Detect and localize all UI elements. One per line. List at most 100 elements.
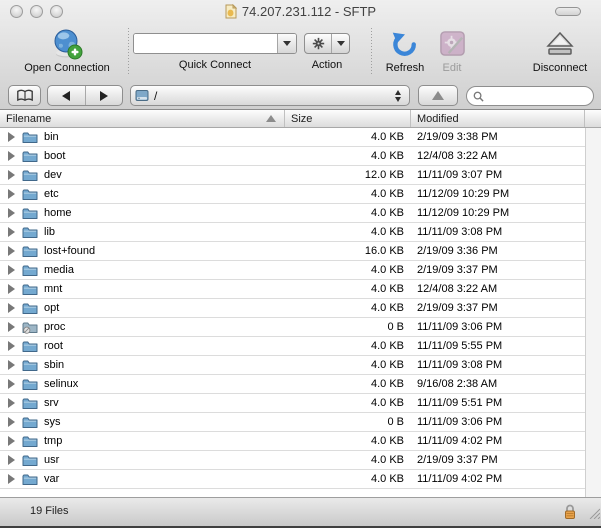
action-group: Action [302,26,352,78]
disclosure-triangle-icon[interactable] [8,151,15,161]
table-row[interactable]: media 4.0 KB 2/19/09 3:37 PM [0,261,585,280]
disclosure-triangle-icon[interactable] [8,322,15,332]
edit-label: Edit [443,62,462,74]
table-row[interactable]: bin 4.0 KB 2/19/09 3:38 PM [0,128,585,147]
filename-cell: srv [0,397,285,410]
sort-ascending-icon [266,115,276,122]
folder-icon [22,131,38,144]
disclosure-triangle-icon[interactable] [8,341,15,351]
titlebar[interactable]: 74.207.231.112 - SFTP [0,0,601,22]
column-header-size[interactable]: Size [285,110,411,127]
file-name: boot [44,150,65,162]
file-size: 4.0 KB [285,150,411,162]
open-connection-label: Open Connection [24,62,110,74]
table-header: Filename Size Modified [0,110,601,128]
disclosure-triangle-icon[interactable] [8,474,15,484]
back-icon [62,91,70,101]
table-row[interactable]: lost+found 16.0 KB 2/19/09 3:36 PM [0,242,585,261]
search-field[interactable] [466,86,594,106]
disclosure-triangle-icon[interactable] [8,132,15,142]
table-row[interactable]: selinux 4.0 KB 9/16/08 2:38 AM [0,375,585,394]
table-row[interactable]: home 4.0 KB 11/12/09 10:29 PM [0,204,585,223]
filename-cell: media [0,264,285,277]
column-header-modified[interactable]: Modified [411,110,585,127]
table-row[interactable]: usr 4.0 KB 2/19/09 3:37 PM [0,451,585,470]
secure-lock-icon[interactable] [563,504,577,525]
filename-cell: boot [0,150,285,163]
refresh-button[interactable]: Refresh [379,26,431,78]
file-size: 4.0 KB [285,378,411,390]
file-modified: 12/4/08 3:22 AM [411,150,571,162]
disclosure-triangle-icon[interactable] [8,284,15,294]
proxy-document-icon[interactable] [225,4,237,19]
disclosure-triangle-icon[interactable] [8,265,15,275]
folder-icon [22,454,38,467]
folder-icon [22,188,38,201]
file-name: dev [44,169,62,181]
table-row[interactable]: mnt 4.0 KB 12/4/08 3:22 AM [0,280,585,299]
action-dropdown-button[interactable] [332,34,349,53]
file-name: sbin [44,359,64,371]
disclosure-triangle-icon[interactable] [8,417,15,427]
bookmarks-button[interactable] [8,85,41,106]
disclosure-triangle-icon[interactable] [8,379,15,389]
quick-connect-combobox[interactable] [133,33,297,54]
go-up-button[interactable] [418,85,458,106]
file-modified: 2/19/09 3:36 PM [411,245,571,257]
back-button[interactable] [48,86,85,105]
disclosure-triangle-icon[interactable] [8,436,15,446]
open-connection-button[interactable]: Open Connection [8,26,126,78]
quick-connect-dropdown-button[interactable] [277,34,296,53]
globe-plus-icon [50,26,84,61]
column-header-filename[interactable]: Filename [0,110,285,127]
table-row[interactable]: proc 0 B 11/11/09 3:06 PM [0,318,585,337]
resize-grip[interactable] [586,505,600,524]
folder-icon [22,359,38,372]
scrollbar-track[interactable] [585,128,601,497]
search-input[interactable] [487,89,587,103]
file-name: sys [44,416,61,428]
folder-icon [22,340,38,353]
folder-icon [22,226,38,239]
table-row[interactable]: dev 12.0 KB 11/11/09 3:07 PM [0,166,585,185]
disclosure-triangle-icon[interactable] [8,208,15,218]
table-row[interactable]: opt 4.0 KB 2/19/09 3:37 PM [0,299,585,318]
file-modified: 11/11/09 5:51 PM [411,397,571,409]
disclosure-triangle-icon[interactable] [8,227,15,237]
disclosure-triangle-icon[interactable] [8,189,15,199]
gear-icon[interactable] [305,34,332,53]
table-row[interactable]: sbin 4.0 KB 11/11/09 3:08 PM [0,356,585,375]
table-row[interactable]: sys 0 B 11/11/09 3:06 PM [0,413,585,432]
file-modified: 11/11/09 4:02 PM [411,435,571,447]
disclosure-triangle-icon[interactable] [8,398,15,408]
table-row[interactable]: root 4.0 KB 11/11/09 5:55 PM [0,337,585,356]
table-row[interactable]: srv 4.0 KB 11/11/09 5:51 PM [0,394,585,413]
folder-no-access-icon [22,321,38,334]
disclosure-triangle-icon[interactable] [8,303,15,313]
disconnect-button[interactable]: Disconnect [524,26,596,78]
file-modified: 11/12/09 10:29 PM [411,188,571,200]
file-name: home [44,207,72,219]
disclosure-triangle-icon[interactable] [8,246,15,256]
file-name: lib [44,226,55,238]
table-row[interactable]: var 4.0 KB 11/11/09 4:02 PM [0,470,585,489]
file-modified: 11/11/09 3:06 PM [411,321,571,333]
action-button[interactable] [304,33,350,54]
table-row[interactable]: tmp 4.0 KB 11/11/09 4:02 PM [0,432,585,451]
forward-button[interactable] [85,86,123,105]
quick-connect-input[interactable] [134,34,277,53]
table-row[interactable]: lib 4.0 KB 11/11/09 3:08 PM [0,223,585,242]
current-path: / [154,89,391,103]
folder-icon [22,397,38,410]
disclosure-triangle-icon[interactable] [8,455,15,465]
file-size: 0 B [285,321,411,333]
toolbar-toggle-pill[interactable] [555,7,581,16]
path-popup[interactable]: / [130,85,410,106]
disclosure-triangle-icon[interactable] [8,360,15,370]
column-header-stub [585,110,601,127]
history-nav [47,85,123,106]
disclosure-triangle-icon[interactable] [8,170,15,180]
table-row[interactable]: etc 4.0 KB 11/12/09 10:29 PM [0,185,585,204]
table-row[interactable]: boot 4.0 KB 12/4/08 3:22 AM [0,147,585,166]
file-name: mnt [44,283,62,295]
